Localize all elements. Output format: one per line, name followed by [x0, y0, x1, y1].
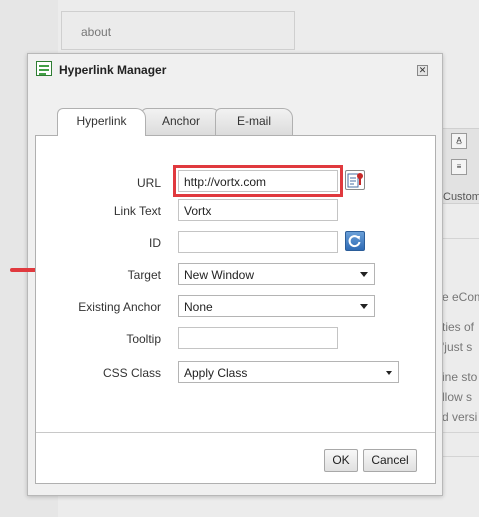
bg-snippet: llow s	[442, 390, 473, 404]
dialog-titlebar[interactable]: Hyperlink Manager ✕	[28, 54, 442, 84]
divider	[440, 456, 479, 457]
bg-snippet: ine sto	[442, 370, 478, 384]
tab-anchor[interactable]: Anchor	[141, 108, 221, 135]
hyperlink-manager-icon	[36, 61, 52, 76]
target-label: Target	[127, 268, 161, 282]
id-input[interactable]	[178, 231, 338, 253]
spellcheck-icon[interactable]: A̲	[451, 133, 467, 149]
tab-hyperlink[interactable]: Hyperlink	[57, 108, 146, 136]
divider	[440, 432, 479, 433]
existing-anchor-select[interactable]: None	[178, 295, 375, 317]
css-class-value: Apply Class	[184, 366, 248, 380]
bg-snippet: ties of	[442, 320, 475, 334]
existing-anchor-label: Existing Anchor	[78, 300, 161, 314]
divider	[440, 238, 479, 239]
document-link-icon[interactable]	[345, 170, 365, 190]
align-left-icon[interactable]: ≡	[451, 159, 467, 175]
panel-divider	[36, 432, 435, 433]
tooltip-label: Tooltip	[126, 332, 161, 346]
tab-e-mail[interactable]: E-mail	[215, 108, 293, 135]
id-label: ID	[149, 236, 161, 250]
tooltip-input[interactable]	[178, 327, 338, 349]
hyperlink-tab-panel: URL http://vortx.com Link Text Vortx ID	[35, 135, 436, 484]
dialog-title: Hyperlink Manager	[59, 63, 167, 77]
bg-snippet: e eCom	[442, 290, 479, 304]
url-highlight-box	[173, 165, 343, 197]
close-icon[interactable]: ✕	[417, 65, 428, 76]
custom-style-label: Custom	[443, 191, 479, 203]
url-label: URL	[136, 176, 161, 190]
chevron-down-icon	[360, 272, 368, 277]
bg-snippet: d versi	[442, 410, 478, 424]
link-text-input[interactable]: Vortx	[178, 199, 338, 221]
hyperlink-manager-dialog: Hyperlink Manager ✕ Hyperlink Anchor E-m…	[27, 53, 443, 496]
refresh-id-icon[interactable]	[345, 231, 365, 251]
ok-button[interactable]: OK	[324, 449, 358, 472]
target-select[interactable]: New Window	[178, 263, 375, 285]
css-class-select[interactable]: Apply Class	[178, 361, 399, 383]
about-text: about	[81, 25, 112, 39]
target-select-value: New Window	[184, 268, 255, 282]
editor-toolbar-strip: A̲ ≡ Custom	[440, 128, 479, 204]
css-class-label: CSS Class	[102, 366, 161, 380]
chevron-down-icon	[386, 371, 392, 375]
tab-area: Hyperlink Anchor E-mail URL http://vortx…	[35, 85, 436, 490]
cancel-button[interactable]: Cancel	[363, 449, 417, 472]
chevron-down-icon	[360, 304, 368, 309]
bg-snippet: 'just s	[442, 340, 473, 354]
existing-anchor-value: None	[184, 300, 213, 314]
link-text-label: Link Text	[113, 204, 161, 218]
about-field[interactable]: about	[61, 11, 295, 50]
